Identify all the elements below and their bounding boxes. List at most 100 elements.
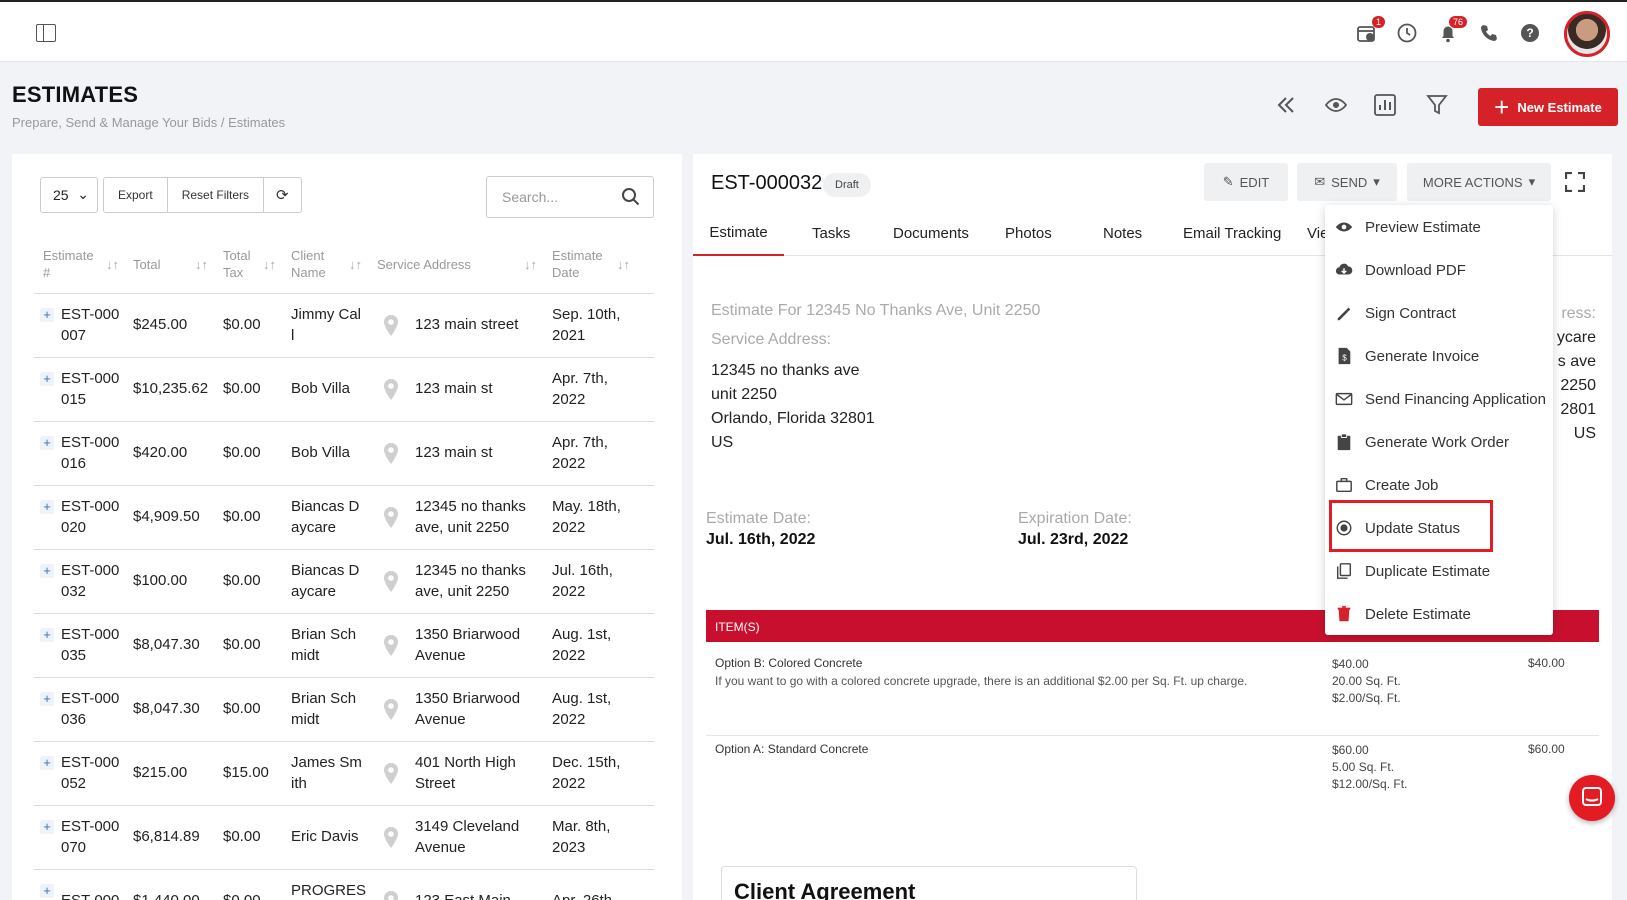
expand-row-icon[interactable]: + [40, 756, 54, 770]
expand-row-icon[interactable]: + [40, 564, 54, 578]
expand-row-icon[interactable]: + [40, 884, 54, 898]
sort-icon[interactable]: ↓↑ [349, 257, 362, 272]
phone-icon[interactable] [1478, 22, 1502, 46]
column-estimate-date[interactable]: Estimate Date [552, 236, 612, 294]
estimate-number-cell-line: EST-000 [61, 498, 120, 515]
estimate-number-cell[interactable]: EST-000 052 [61, 752, 119, 794]
help-icon[interactable]: ? [1519, 22, 1543, 46]
total-tax-cell: $0.00 [223, 698, 261, 719]
total-cell-line: $420.00 [133, 444, 188, 461]
map-pin-icon[interactable] [382, 378, 400, 402]
sort-icon[interactable]: ↓↑ [106, 257, 119, 272]
estimate-number-cell[interactable]: EST-000 015 [61, 368, 119, 410]
map-pin-icon[interactable] [382, 506, 400, 530]
table-row[interactable]: + EST-000 015 $10,235.62 $0.00 Bob Villa 123 m… [34, 358, 654, 422]
menu-item-generate-work-order[interactable]: Generate Work Order [1325, 422, 1553, 462]
estimate-date-cell-line: Mar. 8th, [552, 818, 611, 835]
edit-button[interactable]: ✎ EDIT [1204, 163, 1288, 201]
double-chevron-left-icon[interactable] [1274, 93, 1300, 119]
table-row[interactable]: + EST-000 070 $6,814.89 $0.00 Eric Davis 3149 … [34, 806, 654, 870]
search-placeholder: Search... [502, 189, 559, 205]
table-row[interactable]: + EST-000 035 $8,047.30 $0.00 Brian Sch midt 13… [34, 614, 654, 678]
map-pin-icon[interactable] [382, 570, 400, 594]
reset-filters-button[interactable]: Reset Filters [168, 178, 265, 212]
map-pin-icon[interactable] [382, 314, 400, 338]
menu-item-download-pdf[interactable]: Download PDF [1325, 250, 1553, 290]
menu-item-delete-estimate[interactable]: Delete Estimate [1325, 594, 1553, 634]
tab-notes[interactable]: Notes [1103, 210, 1142, 256]
tab-tasks[interactable]: Tasks [812, 210, 850, 256]
sort-icon[interactable]: ↓↑ [263, 257, 276, 272]
tab-estimate[interactable]: Estimate [693, 210, 784, 256]
tab-photos[interactable]: Photos [1005, 210, 1052, 256]
expand-row-icon[interactable]: + [40, 372, 54, 386]
bell-icon[interactable]: 76 [1437, 16, 1467, 46]
menu-item-duplicate-estimate[interactable]: Duplicate Estimate [1325, 551, 1553, 591]
sort-icon[interactable]: ↓↑ [524, 257, 537, 272]
map-pin-icon[interactable] [382, 826, 400, 850]
clock-icon[interactable] [1396, 22, 1420, 46]
table-row[interactable]: + EST-000 020 $4,909.50 $0.00 Biancas D aycare… [34, 486, 654, 550]
estimate-number-cell[interactable]: EST-000 036 [61, 688, 119, 730]
map-pin-icon[interactable] [382, 890, 400, 900]
map-pin-icon[interactable] [382, 442, 400, 466]
expand-row-icon[interactable]: + [40, 692, 54, 706]
column-service-address[interactable]: Service Address [377, 236, 517, 294]
total-tax-cell: $0.00 [223, 378, 261, 399]
table-row[interactable]: + EST-000 052 $215.00 $15.00 James Sm ith 401 N… [34, 742, 654, 806]
report-chart-icon[interactable] [1373, 93, 1399, 119]
estimate-number-cell[interactable]: EST-000 007 [61, 304, 119, 346]
estimate-number-cell[interactable]: EST-000 016 [61, 432, 119, 474]
search-icon[interactable] [621, 187, 641, 210]
calendar-people-icon[interactable]: 1 [1355, 16, 1385, 46]
menu-item-preview-estimate[interactable]: Preview Estimate [1325, 207, 1553, 247]
send-button[interactable]: ✉ SEND ▾ [1297, 163, 1397, 201]
search-input[interactable]: Search... [486, 176, 654, 218]
billing-address-line: s ave [1557, 353, 1596, 370]
refresh-icon[interactable]: ⟳ [264, 178, 301, 212]
expand-row-icon[interactable]: + [40, 500, 54, 514]
table-row[interactable]: + EST-000 016 $420.00 $0.00 Bob Villa 123 main… [34, 422, 654, 486]
filter-icon[interactable] [1425, 93, 1451, 119]
svg-text:$: $ [1342, 354, 1347, 363]
eye-icon[interactable] [1324, 93, 1350, 119]
menu-item-create-job[interactable]: Create Job [1325, 465, 1553, 505]
column-total-tax[interactable]: Total Tax [223, 236, 259, 294]
estimate-number-cell[interactable]: EST-000 020 [61, 496, 119, 538]
map-pin-icon[interactable] [382, 634, 400, 658]
estimate-number-cell[interactable]: EST-000 [61, 890, 119, 900]
service-address-cell: 12345 no thanks ave, unit 2250 [415, 560, 526, 602]
map-pin-icon[interactable] [382, 698, 400, 722]
tab-documents[interactable]: Documents [893, 210, 969, 256]
expand-row-icon[interactable]: + [40, 820, 54, 834]
user-avatar[interactable] [1564, 11, 1610, 57]
chat-support-button[interactable] [1569, 775, 1615, 821]
table-row[interactable]: + EST-000 032 $100.00 $0.00 Biancas D aycare 12… [34, 550, 654, 614]
fullscreen-icon[interactable] [1564, 171, 1586, 193]
table-row[interactable]: + EST-000 $1,440.00 $0.00 PROGRESS DESIRE 123… [34, 870, 654, 900]
map-pin-icon[interactable] [382, 762, 400, 786]
estimate-number-cell[interactable]: EST-000 070 [61, 816, 119, 858]
more-actions-button[interactable]: MORE ACTIONS ▾ [1407, 163, 1551, 201]
table-row[interactable]: + EST-000 007 $245.00 $0.00 Jimmy Cal l 123 mai… [34, 294, 654, 358]
estimate-number-cell[interactable]: EST-000 035 [61, 624, 119, 666]
column-total[interactable]: Total [133, 236, 193, 294]
estimate-number-cell[interactable]: EST-000 032 [61, 560, 119, 602]
column-estimate-number[interactable]: Estimate # [43, 236, 99, 294]
sort-icon[interactable]: ↓↑ [617, 257, 630, 272]
menu-item-sign-contract[interactable]: Sign Contract [1325, 293, 1553, 333]
menu-item-generate-invoice[interactable]: $ Generate Invoice [1325, 336, 1553, 376]
export-button[interactable]: Export [104, 178, 168, 212]
estimate-number-cell-line: 035 [61, 647, 87, 664]
sidebar-toggle-icon[interactable] [36, 24, 56, 42]
table-row[interactable]: + EST-000 036 $8,047.30 $0.00 Brian Sch midt 13… [34, 678, 654, 742]
sort-icon[interactable]: ↓↑ [195, 257, 208, 272]
expand-row-icon[interactable]: + [40, 628, 54, 642]
new-estimate-button[interactable]: + New Estimate [1478, 88, 1618, 126]
column-client-name[interactable]: Client Name [291, 236, 341, 294]
expand-row-icon[interactable]: + [40, 436, 54, 450]
menu-item-send-financing-application[interactable]: Send Financing Application [1325, 379, 1553, 419]
expand-row-icon[interactable]: + [40, 308, 54, 322]
per-page-select[interactable]: 25 ⌄ [40, 177, 98, 213]
tab-email-tracking[interactable]: Email Tracking [1183, 210, 1281, 256]
